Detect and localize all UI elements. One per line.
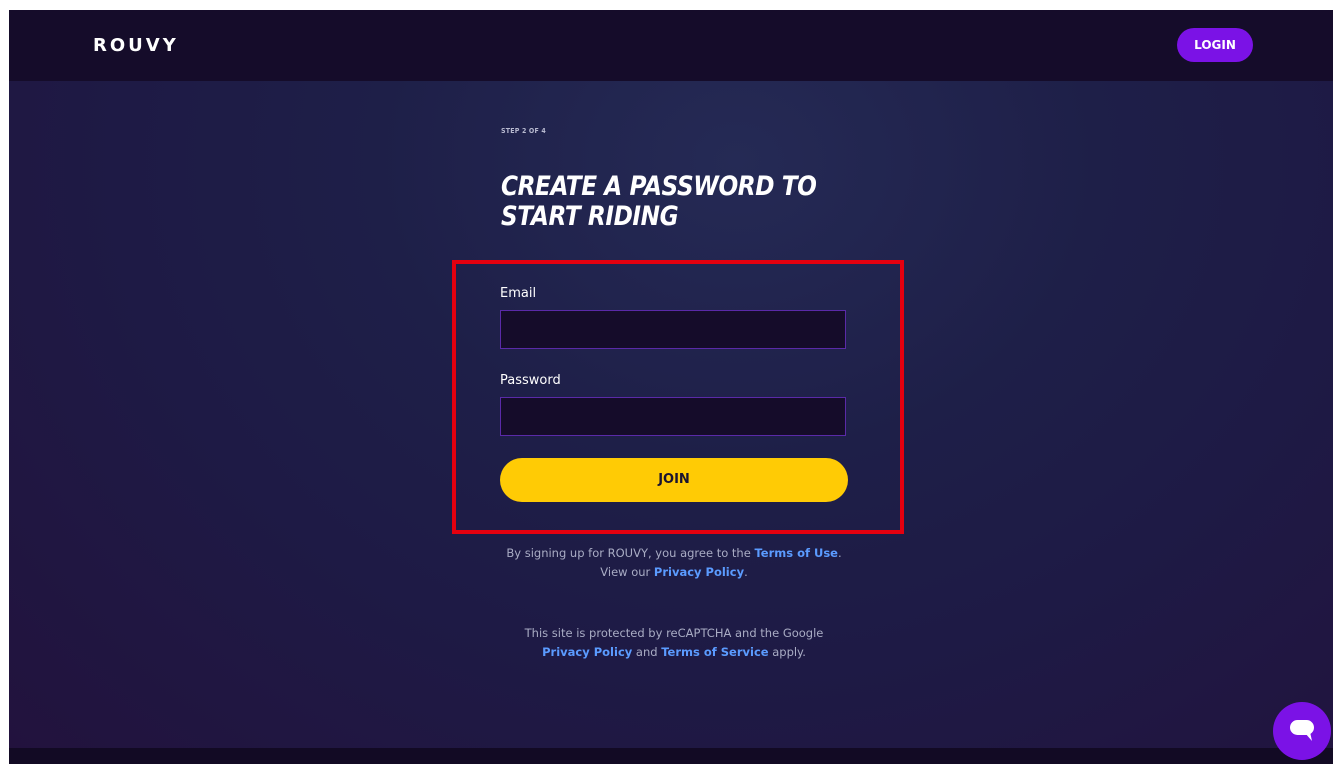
email-label: Email (500, 286, 537, 301)
email-field[interactable] (500, 310, 846, 349)
terms-notice-text-3: . (744, 565, 748, 579)
recaptcha-notice-text: This site is protected by reCAPTCHA and … (524, 626, 824, 640)
page-title: CREATE A PASSWORD TO START RIDING (501, 172, 828, 232)
privacy-policy-link[interactable]: Privacy Policy (654, 565, 744, 579)
recaptcha-notice-suffix: apply. (768, 645, 806, 659)
terms-notice-text: By signing up for ROUVY, you agree to th… (506, 546, 755, 560)
google-privacy-policy-link[interactable]: Privacy Policy (542, 645, 632, 659)
recaptcha-notice: This site is protected by reCAPTCHA and … (499, 624, 849, 662)
step-indicator: STEP 2 OF 4 (501, 127, 546, 135)
rouvy-logo[interactable]: ROUVY (93, 35, 179, 56)
login-button[interactable]: LOGIN (1177, 28, 1253, 62)
page-title-line-1: CREATE A PASSWORD TO (501, 171, 817, 202)
chat-button[interactable] (1273, 702, 1331, 760)
password-field[interactable] (500, 397, 846, 436)
terms-notice: By signing up for ROUVY, you agree to th… (499, 544, 849, 582)
page-frame: ROUVY LOGIN STEP 2 OF 4 CREATE A PASSWOR… (9, 10, 1333, 764)
chat-bubble-icon (1290, 720, 1314, 741)
recaptcha-notice-and: and (632, 645, 662, 659)
terms-of-use-link[interactable]: Terms of Use (754, 546, 838, 560)
google-terms-of-service-link[interactable]: Terms of Service (661, 645, 768, 659)
top-navigation-bar: ROUVY LOGIN (9, 10, 1333, 81)
join-button[interactable]: JOIN (500, 458, 848, 502)
footer-strip (9, 748, 1333, 764)
password-label: Password (500, 373, 561, 388)
page-title-line-2: START RIDING (501, 201, 679, 232)
